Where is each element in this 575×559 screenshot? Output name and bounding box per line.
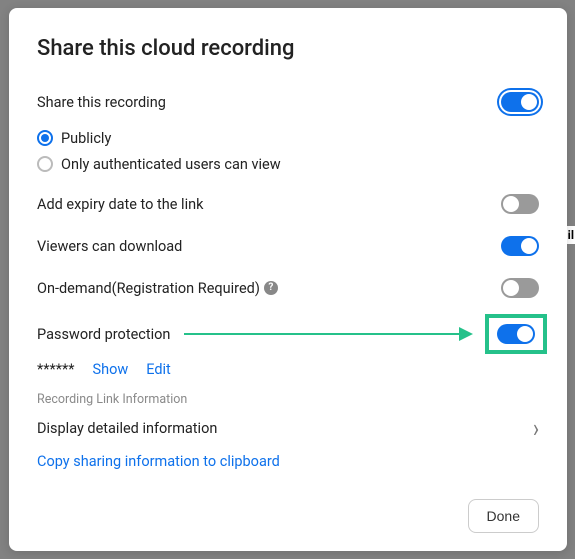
display-detailed-label: Display detailed information (37, 420, 217, 437)
share-recording-row: Share this recording (37, 81, 539, 123)
password-show-button[interactable]: Show (92, 361, 128, 378)
annotation-arrow (184, 334, 473, 335)
ondemand-row: On-demand(Registration Required) ? (37, 267, 539, 309)
ondemand-label: On-demand(Registration Required) (37, 280, 260, 297)
ondemand-toggle[interactable] (501, 278, 539, 298)
radio-authenticated-row[interactable]: Only authenticated users can view (37, 151, 539, 177)
copy-sharing-link[interactable]: Copy sharing information to clipboard (37, 453, 539, 470)
chevron-right-icon: › (533, 412, 539, 443)
password-masked: ****** (37, 361, 74, 378)
download-row: Viewers can download (37, 225, 539, 267)
password-toggle[interactable] (497, 324, 535, 344)
password-label: Password protection (37, 326, 170, 343)
radio-publicly-row[interactable]: Publicly (37, 125, 539, 151)
download-toggle[interactable] (501, 236, 539, 256)
password-row: Password protection (37, 309, 539, 359)
radio-publicly[interactable] (37, 130, 53, 146)
done-button[interactable]: Done (468, 499, 539, 533)
recording-link-section-label: Recording Link Information (37, 392, 539, 407)
download-label: Viewers can download (37, 238, 182, 255)
password-edit-button[interactable]: Edit (146, 361, 171, 378)
modal-title: Share this cloud recording (37, 36, 539, 61)
radio-authenticated[interactable] (37, 156, 53, 172)
radio-publicly-label: Publicly (61, 130, 111, 147)
help-icon[interactable]: ? (264, 281, 278, 295)
background-text-fragment: il (567, 226, 575, 244)
modal-footer: Done (37, 481, 539, 533)
radio-authenticated-label: Only authenticated users can view (61, 156, 281, 173)
expiry-toggle[interactable] (501, 194, 539, 214)
share-recording-label: Share this recording (37, 94, 166, 111)
share-recording-modal: Share this cloud recording Share this re… (9, 8, 567, 551)
share-recording-toggle[interactable] (501, 92, 539, 112)
share-visibility-radios: Publicly Only authenticated users can vi… (37, 125, 539, 177)
annotation-highlight-box (485, 314, 547, 354)
expiry-row: Add expiry date to the link (37, 183, 539, 225)
expiry-label: Add expiry date to the link (37, 196, 203, 213)
password-value-row: ****** Show Edit (37, 361, 539, 378)
display-detailed-row[interactable]: Display detailed information › (37, 413, 539, 443)
